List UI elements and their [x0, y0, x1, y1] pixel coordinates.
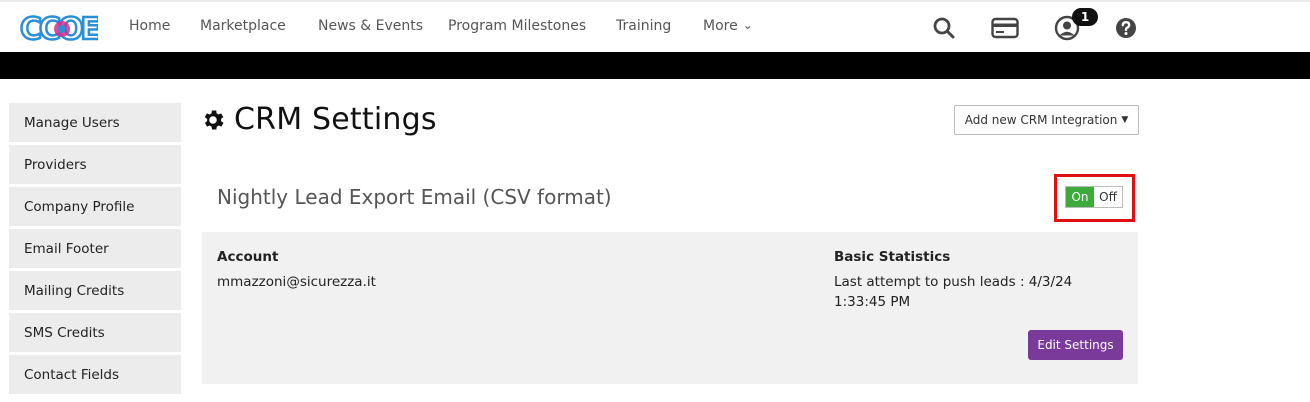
sidebar-item-sms-credits[interactable]: SMS Credits — [9, 313, 181, 352]
on-off-toggle[interactable]: On Off — [1065, 186, 1123, 208]
sidebar-item-company-profile[interactable]: Company Profile — [9, 187, 181, 226]
sidebar-item-contact-fields[interactable]: Contact Fields — [9, 355, 181, 394]
account-label: Account — [217, 249, 279, 265]
sidebar-item-providers[interactable]: Providers — [9, 145, 181, 184]
toggle-off[interactable]: Off — [1094, 187, 1122, 207]
integration-title: Nightly Lead Export Email (CSV format) — [217, 185, 612, 209]
sidebar-item-label: Mailing Credits — [24, 282, 125, 299]
sidebar-item-label: SMS Credits — [24, 324, 105, 341]
caret-down-icon: ▼ — [1121, 115, 1129, 125]
help-icon[interactable] — [1112, 14, 1140, 42]
nav-program-milestones[interactable]: Program Milestones — [448, 18, 586, 34]
nav-news-events[interactable]: News & Events — [318, 18, 423, 34]
sidebar-item-label: Contact Fields — [24, 366, 120, 383]
integration-details-panel — [202, 232, 1138, 384]
sidebar-item-label: Company Profile — [24, 198, 135, 215]
chevron-down-icon: ⌄ — [742, 18, 753, 32]
gear-icon — [204, 109, 224, 130]
sidebar-item-email-footer[interactable]: Email Footer — [9, 229, 181, 268]
sidebar-item-label: Providers — [24, 156, 87, 173]
last-attempt-time: 1:33:45 PM — [834, 294, 911, 310]
nav-marketplace[interactable]: Marketplace — [200, 18, 286, 34]
account-value: mmazzoni@sicurezza.it — [217, 274, 376, 290]
nav-home[interactable]: Home — [129, 18, 170, 34]
sidebar-item-label: Email Footer — [24, 240, 109, 257]
sidebar-item-label: Manage Users — [24, 114, 120, 131]
logo[interactable]: CCOE — [18, 9, 98, 47]
header-black-bar — [0, 52, 1310, 79]
nav-more[interactable]: More ⌄ — [703, 18, 753, 34]
credit-card-icon[interactable] — [991, 14, 1019, 42]
page-title-text: CRM Settings — [234, 102, 437, 137]
add-crm-integration-label: Add new CRM Integration — [964, 113, 1118, 127]
sidebar-item-mailing-credits[interactable]: Mailing Credits — [9, 271, 181, 310]
last-attempt-text: Last attempt to push leads : 4/3/24 — [834, 274, 1073, 290]
notification-badge: 1 — [1072, 8, 1098, 26]
basic-statistics-label: Basic Statistics — [834, 249, 951, 265]
toggle-on[interactable]: On — [1066, 187, 1094, 207]
page-title: CRM Settings — [200, 102, 437, 137]
edit-settings-button[interactable]: Edit Settings — [1028, 330, 1123, 360]
sidebar-item-manage-users[interactable]: Manage Users — [9, 103, 181, 142]
nav-training[interactable]: Training — [616, 18, 671, 34]
search-icon[interactable] — [930, 14, 958, 42]
add-crm-integration-button[interactable]: Add new CRM Integration ▼ — [954, 105, 1139, 135]
nav-more-label: More — [703, 18, 738, 34]
top-navigation: CCOE Home Marketplace News & Events Prog… — [0, 0, 1310, 52]
